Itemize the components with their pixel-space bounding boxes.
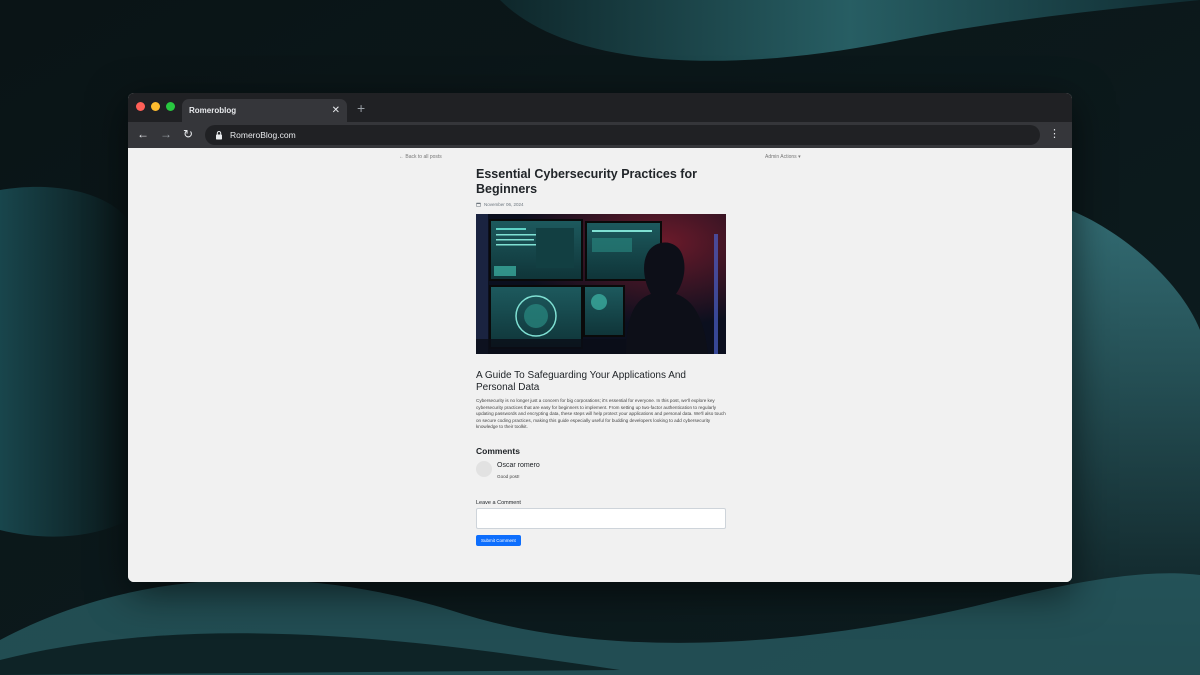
post-date-text: November 06, 2024 (484, 202, 524, 207)
post-body: Cybersecurity is no longer just a concer… (476, 398, 726, 429)
tab-bar: Romeroblog ✕ + (128, 93, 1072, 122)
back-to-posts-link[interactable]: ← Back to all posts (399, 154, 442, 160)
tab-romeroblog[interactable]: Romeroblog ✕ (182, 99, 347, 122)
lock-icon (216, 131, 222, 140)
comment-item: Oscar romero Good post! (476, 460, 726, 479)
tab-title: Romeroblog (189, 106, 237, 115)
post-title: Essential Cybersecurity Practices for Be… (476, 167, 697, 196)
browser-toolbar: ← → ↻ RomeroBlog.com ⋮ (128, 122, 1072, 148)
forward-arrow-icon[interactable]: → (160, 128, 172, 140)
url-text: RomeroBlog.com (230, 130, 296, 140)
minimize-window-button[interactable] (151, 102, 160, 111)
leave-comment-label: Leave a Comment (476, 499, 521, 506)
close-window-button[interactable] (136, 102, 145, 111)
comments-heading: Comments (476, 445, 520, 456)
back-arrow-icon[interactable]: ← (137, 128, 149, 140)
page-content: ← Back to all posts Admin Actions ▾ Esse… (128, 148, 1072, 582)
post-date: November 06, 2024 (476, 202, 726, 207)
comment-textarea[interactable] (476, 507, 726, 529)
address-bar[interactable]: RomeroBlog.com (205, 125, 1040, 145)
avatar (476, 460, 492, 477)
comment-text: Good post! (497, 473, 520, 479)
window-controls (136, 102, 175, 111)
comment-author: Oscar romero (497, 461, 540, 469)
browser-window: Romeroblog ✕ + ← → ↻ RomeroBlog.com ⋮ ← … (128, 93, 1072, 582)
maximize-window-button[interactable] (166, 102, 175, 111)
blog-post: Essential Cybersecurity Practices for Be… (476, 167, 726, 547)
browser-menu-icon[interactable]: ⋮ (1049, 128, 1060, 140)
admin-actions-dropdown[interactable]: Admin Actions ▾ (765, 154, 801, 160)
hero-image (476, 214, 726, 354)
close-tab-icon[interactable]: ✕ (332, 105, 340, 116)
new-tab-button[interactable]: + (357, 101, 365, 115)
post-subtitle: A Guide To Safeguarding Your Application… (476, 370, 686, 393)
comment-content: Oscar romero Good post! (497, 461, 540, 479)
reload-icon[interactable]: ↻ (183, 128, 193, 140)
calendar-icon (476, 202, 481, 207)
submit-comment-button[interactable]: Submit Comment (476, 534, 521, 546)
